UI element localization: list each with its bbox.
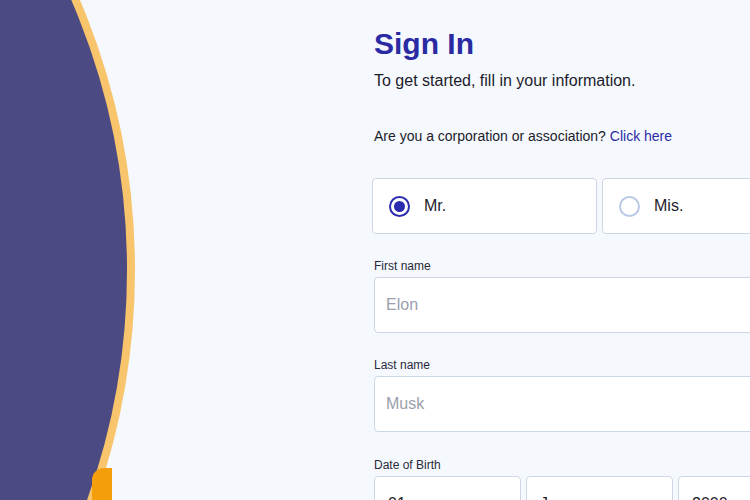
corporation-question: Are you a corporation or association? <box>374 128 606 144</box>
select-value: January <box>540 492 597 500</box>
radio-button[interactable] <box>389 196 410 217</box>
hero-picture <box>0 0 135 500</box>
select-value: 01 <box>388 492 406 500</box>
title-option[interactable]: Mis. <box>602 178 750 234</box>
title-radio-group: Mr. Mis. <box>372 178 750 234</box>
field-label: First name <box>374 258 750 274</box>
title-option[interactable]: Mr. <box>372 178 597 234</box>
page-title: Sign In <box>374 26 750 62</box>
text-field[interactable] <box>374 277 750 333</box>
hero-accent <box>92 468 112 500</box>
field-label: Last name <box>374 357 750 373</box>
field-label: Date of Birth <box>374 457 750 473</box>
date-select[interactable]: January <box>526 476 673 500</box>
title-label: Mr. <box>424 194 446 218</box>
chevron-down-icon <box>493 497 507 500</box>
radio-dot <box>394 201 405 212</box>
date-select[interactable]: 2000 <box>678 476 750 500</box>
subtitle: To get started, fill in your information… <box>374 71 750 91</box>
text-field[interactable] <box>374 376 750 432</box>
select-value: 2000 <box>692 492 728 500</box>
date-select[interactable]: 01 <box>374 476 521 500</box>
chevron-down-icon <box>645 497 659 500</box>
corporation-prompt: Are you a corporation or association? Cl… <box>374 127 750 145</box>
radio-button[interactable] <box>619 196 640 217</box>
title-label: Mis. <box>654 194 683 218</box>
corporation-link[interactable]: Click here <box>610 128 672 144</box>
date-of-birth-row: 01 January 2000 <box>374 476 750 500</box>
